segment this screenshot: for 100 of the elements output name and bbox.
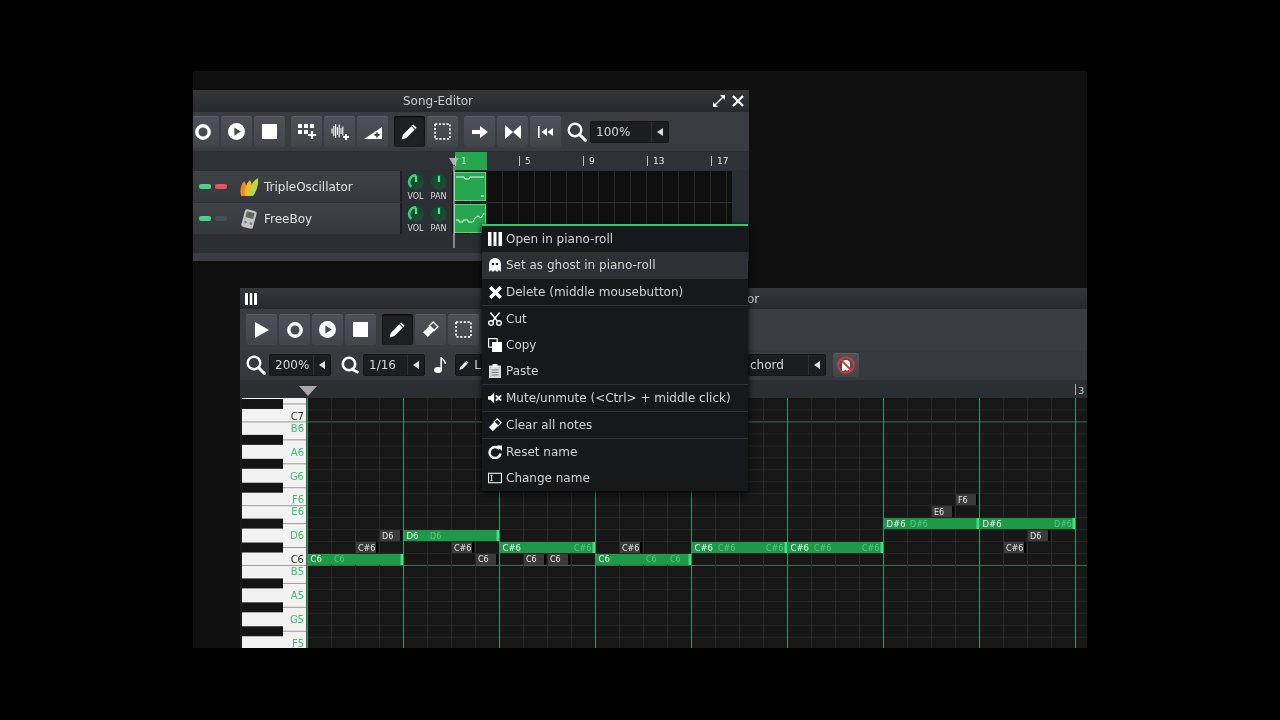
ghost-note: C#6 <box>356 542 378 553</box>
key-label: C7 <box>290 410 304 422</box>
knob-pointer[interactable] <box>437 207 440 214</box>
stop-button[interactable] <box>345 314 376 345</box>
ghost-note-label: C#6 <box>766 543 784 553</box>
rotary-knob[interactable] <box>429 205 448 223</box>
expand-icon[interactable] <box>713 95 725 107</box>
menu-item[interactable]: Paste <box>482 358 748 384</box>
ghost-note: D6 <box>380 530 402 542</box>
sharp-key[interactable] <box>242 626 283 637</box>
rewind-button[interactable] <box>530 116 561 147</box>
window-title: Song-Editor <box>403 94 474 108</box>
bar-number: 9 <box>583 156 595 166</box>
ghost-note: C6 <box>524 554 546 565</box>
pencil-icon <box>401 123 418 140</box>
bar-number: 13 <box>647 156 665 166</box>
ghost-note: C6 <box>548 554 570 565</box>
clear-ghost-button[interactable] <box>833 353 859 377</box>
text-cursor-icon <box>488 472 502 484</box>
sharp-key[interactable] <box>242 602 283 613</box>
copy-icon <box>488 338 502 352</box>
erase-button[interactable] <box>415 314 446 345</box>
pattern-clip[interactable] <box>454 172 486 201</box>
sharp-key[interactable] <box>242 578 283 589</box>
ramp-plus-icon <box>363 124 382 139</box>
close-icon[interactable] <box>732 95 744 107</box>
pattern-clip[interactable] <box>454 204 486 233</box>
recordplay-button[interactable] <box>312 314 343 345</box>
clipboard-icon <box>489 364 501 378</box>
knob-label: VOL <box>407 224 424 233</box>
ghost-note-label: D6 <box>430 531 442 541</box>
scissors-icon <box>488 312 502 326</box>
ghost-note-label: D#6 <box>910 519 928 529</box>
track-name[interactable]: FreeBoy <box>264 211 313 226</box>
ghost-note: D6 <box>1028 530 1050 542</box>
mute-led-icon[interactable] <box>199 216 211 221</box>
ghost-note-label: C#6 <box>718 543 736 553</box>
ghost-note-label: C#6 <box>862 543 880 553</box>
ghost-note-label: D#6 <box>1054 519 1072 529</box>
arrow-right-icon <box>471 125 488 138</box>
ghost-note: C#6 <box>1004 542 1026 553</box>
window-title: or <box>747 291 760 306</box>
add-automation-button[interactable] <box>357 116 388 147</box>
knob-pointer[interactable] <box>414 175 417 182</box>
skip-back-icon <box>537 125 554 138</box>
knob-label: PAN <box>430 224 447 233</box>
caret-icon <box>319 361 325 369</box>
add-sample-button[interactable] <box>324 116 355 147</box>
record-button[interactable] <box>279 314 310 345</box>
knob-label: PAN <box>430 192 447 201</box>
menu-item[interactable]: Copy <box>482 332 748 358</box>
bar-number: 17 <box>711 156 729 166</box>
piano-keyboard[interactable]: C7 B6 A6 G6 F6 E6 D6 C6 B5 A5 G5 F5 <box>242 398 307 648</box>
menu-item[interactable]: Change name <box>482 465 748 491</box>
draw-button[interactable] <box>394 116 425 147</box>
add-pattern-button[interactable] <box>291 116 322 147</box>
rotary-knob[interactable] <box>406 205 425 223</box>
stop-icon <box>353 322 368 337</box>
menu-item[interactable]: Reset name <box>482 439 748 465</box>
rotary-knob[interactable] <box>429 173 448 191</box>
select-button[interactable] <box>427 116 458 147</box>
chord-dropdown[interactable]: chord <box>748 354 826 376</box>
sharp-key[interactable] <box>242 518 283 529</box>
rotary-knob[interactable] <box>406 173 425 191</box>
pencil-icon <box>389 321 406 338</box>
knob-pointer[interactable] <box>414 207 417 214</box>
cross-icon <box>488 285 502 299</box>
search-icon <box>246 355 266 375</box>
quantize-dropdown[interactable]: 1/16 <box>363 354 425 376</box>
menu-item[interactable]: Cut <box>482 306 748 332</box>
sharp-key[interactable] <box>242 482 283 493</box>
ghost-note-label: C6 <box>646 555 657 565</box>
play-button[interactable] <box>221 116 252 147</box>
zoom-dropdown[interactable]: 200% <box>269 354 331 376</box>
menu-item[interactable]: Mute/unmute (<Ctrl> + middle click) <box>482 385 748 411</box>
menu-item[interactable]: Set as ghost in piano-roll <box>482 252 748 278</box>
stop-button[interactable] <box>254 116 285 147</box>
grid-plus-icon <box>297 124 316 139</box>
record-button[interactable] <box>193 116 219 147</box>
menu-item[interactable]: Delete (middle mousebutton) <box>482 279 748 305</box>
stop-icon <box>262 124 277 139</box>
circle-play-icon <box>319 321 336 338</box>
zoom-dropdown[interactable]: 100% <box>590 120 669 143</box>
bowtie-icon <box>504 123 521 140</box>
draw-button[interactable] <box>382 314 413 345</box>
follow-button[interactable] <box>464 116 495 147</box>
playhead-marker[interactable] <box>449 158 459 248</box>
knob-pointer[interactable] <box>437 175 440 182</box>
note-length-dropdown[interactable]: L <box>455 354 482 376</box>
mute-led-icon[interactable] <box>199 184 211 189</box>
menu-item[interactable]: Open in piano-roll <box>482 226 748 252</box>
play-button[interactable] <box>246 314 277 345</box>
loop-button[interactable] <box>497 116 528 147</box>
select-button[interactable] <box>448 314 479 345</box>
menu-item[interactable]: Clear all notes <box>482 412 748 438</box>
sharp-key[interactable] <box>242 542 283 553</box>
playhead-marker[interactable] <box>299 386 317 396</box>
search-icon <box>567 121 587 142</box>
sharp-key[interactable] <box>242 458 283 469</box>
sharp-key[interactable] <box>242 434 283 445</box>
